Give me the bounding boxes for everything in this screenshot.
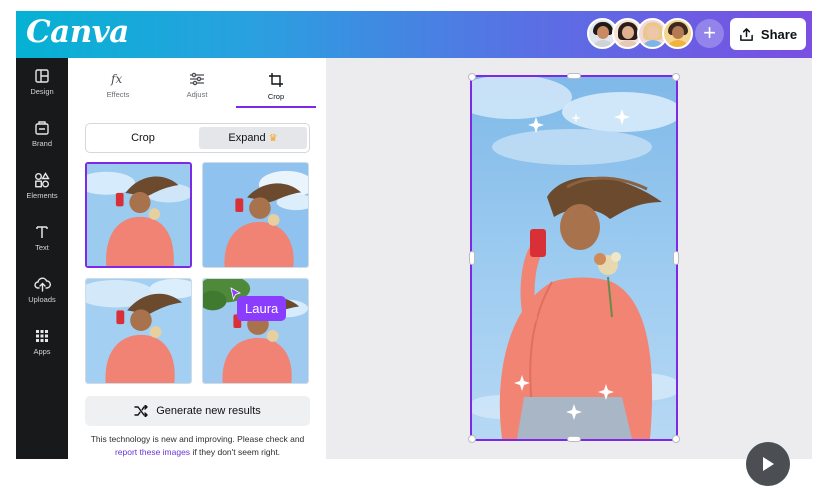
canva-logo[interactable]: Canva [26,14,129,50]
resize-handle-top[interactable] [567,73,581,79]
tab-label: Effects [106,90,130,99]
apps-grid-icon [36,330,48,342]
resize-handle-right[interactable] [673,251,679,265]
add-collaborator-button[interactable]: + [695,19,724,48]
avatar[interactable] [662,18,693,49]
play-icon [763,457,774,471]
crop-expand-toggle: Crop Expand ♛ [85,123,310,153]
photo-image [472,77,676,439]
report-images-link[interactable]: report these images [115,447,190,457]
shuffle-icon [134,405,148,417]
svg-text:fx: fx [110,72,122,86]
nav-label: Elements [26,191,58,200]
result-image [87,164,190,266]
tab-bar: fx Effects Adjust Crop [68,58,326,108]
tab-label: Crop [267,92,285,101]
resize-handle-left[interactable] [469,251,475,265]
play-button[interactable] [746,442,790,486]
resize-handle-top-right[interactable] [672,73,680,81]
upload-icon [740,27,753,41]
result-image [203,163,308,267]
nav-label: Design [30,87,54,96]
nav-elements[interactable]: Elements [16,172,68,218]
canva-editor: Canva + Share Design Brand Elements Text… [16,11,812,459]
brand-kit-icon [35,121,49,135]
result-image [86,279,191,383]
share-label: Share [760,26,798,42]
result-thumbnail-3[interactable] [85,278,192,384]
nav-design[interactable]: Design [16,68,68,114]
crop-option[interactable]: Crop [89,127,197,149]
sliders-icon [190,72,204,86]
share-button[interactable]: Share [730,18,806,50]
shapes-icon [35,172,50,188]
crop-icon [269,73,283,87]
design-canvas [326,58,812,459]
result-thumbnail-4[interactable] [202,278,309,384]
resize-handle-bottom-left[interactable] [468,435,476,443]
resize-handle-top-left[interactable] [468,73,476,81]
resize-handle-bottom[interactable] [567,436,581,442]
result-thumbnail-2[interactable] [202,162,309,268]
crown-icon: ♛ [268,133,278,144]
tab-adjust[interactable]: Adjust [157,72,237,99]
plus-icon: + [703,20,716,45]
collaborator-cursor-label: Laura [237,296,287,321]
active-tab-indicator [236,106,316,108]
text-icon [36,226,48,238]
resize-handle-bottom-right[interactable] [672,435,680,443]
expand-option-label: Expand [228,132,266,144]
result-image [203,279,308,383]
side-nav: Design Brand Elements Text Uploads Apps [16,58,68,459]
nav-uploads[interactable]: Uploads [16,276,68,322]
nav-label: Text [35,243,49,252]
result-thumbnail-1[interactable] [85,162,192,268]
ai-disclaimer: This technology is new and improving. Pl… [85,433,310,459]
nav-label: Uploads [28,295,56,304]
fx-icon: fx [110,72,122,86]
disclaimer-text-end: if they don't seem right. [192,447,281,457]
top-bar: Canva + Share [16,11,812,58]
nav-apps[interactable]: Apps [16,328,68,374]
collaborator-avatars: + [587,18,724,50]
expand-option[interactable]: Expand ♛ [199,127,307,149]
nav-label: Apps [33,347,51,356]
tab-label: Adjust [186,90,208,99]
layout-icon [35,69,49,83]
disclaimer-text: This technology is new and improving. Pl… [90,434,305,444]
expanded-photo[interactable] [472,77,676,439]
edit-photo-panel: fx Effects Adjust Crop Crop Expand ♛ Lau… [68,58,326,459]
cloud-upload-icon [33,277,51,292]
tab-effects[interactable]: fx Effects [78,72,158,99]
crop-option-label: Crop [131,132,155,144]
generate-new-results-button[interactable]: Generate new results [85,396,310,426]
generate-label: Generate new results [156,405,261,417]
nav-label: Brand [31,139,52,148]
nav-text[interactable]: Text [16,224,68,270]
tab-crop[interactable]: Crop [236,72,316,101]
nav-brand[interactable]: Brand [16,120,68,166]
